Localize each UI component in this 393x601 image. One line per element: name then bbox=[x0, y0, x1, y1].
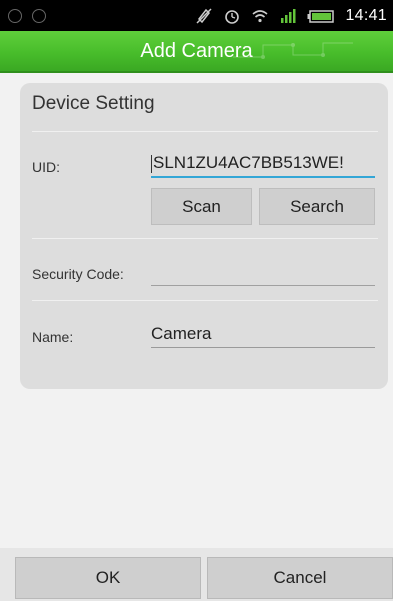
name-label: Name: bbox=[32, 329, 74, 345]
divider bbox=[32, 300, 378, 301]
uid-label: UID: bbox=[32, 159, 60, 175]
app-header: Add Camera bbox=[0, 31, 393, 73]
wifi-icon bbox=[251, 7, 269, 25]
divider bbox=[32, 131, 378, 132]
status-left-icons bbox=[8, 9, 46, 23]
silent-icon bbox=[195, 7, 213, 25]
alarm-icon bbox=[223, 7, 241, 25]
status-time: 14:41 bbox=[345, 7, 387, 24]
uid-input[interactable]: SLN1ZU4AC7BB513WE! bbox=[151, 150, 375, 178]
security-code-input[interactable] bbox=[151, 259, 375, 286]
bottom-bar: OK Cancel bbox=[0, 548, 393, 601]
security-code-label: Security Code: bbox=[32, 266, 124, 282]
section-title: Device Setting bbox=[32, 93, 155, 114]
scan-button[interactable]: Scan bbox=[151, 188, 252, 225]
cancel-button[interactable]: Cancel bbox=[207, 557, 393, 599]
status-right-icons: 14:41 bbox=[195, 3, 387, 29]
page-title: Add Camera bbox=[140, 40, 253, 62]
uid-value: SLN1ZU4AC7BB513WE! bbox=[153, 153, 344, 172]
device-setting-card: Device Setting UID: SLN1ZU4AC7BB513WE! S… bbox=[20, 83, 388, 389]
name-input[interactable]: Camera bbox=[151, 321, 375, 348]
signal-icon bbox=[279, 7, 297, 25]
notification-icon bbox=[8, 9, 22, 23]
status-bar: 14:41 bbox=[0, 0, 393, 31]
ok-button[interactable]: OK bbox=[15, 557, 201, 599]
search-button[interactable]: Search bbox=[259, 188, 375, 225]
notification-icon bbox=[32, 9, 46, 23]
divider bbox=[32, 238, 378, 239]
text-cursor bbox=[151, 154, 152, 173]
battery-icon bbox=[307, 7, 335, 25]
